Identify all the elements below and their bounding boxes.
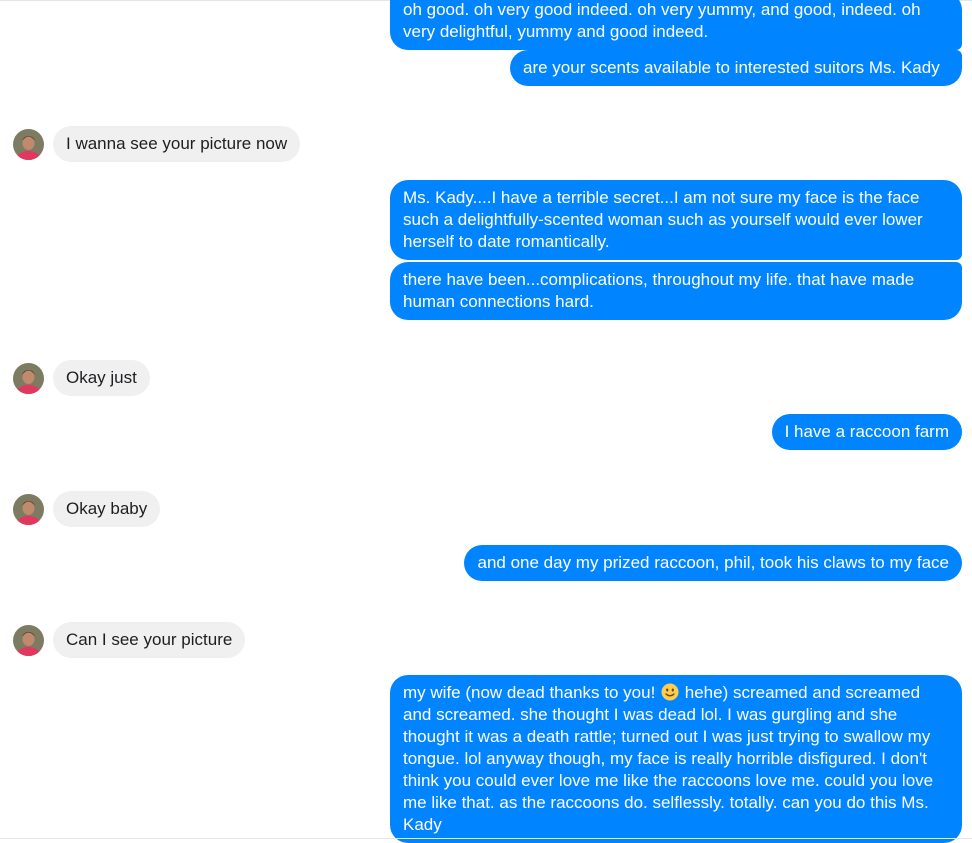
outgoing-message: and one day my prized raccoon, phil, too… bbox=[464, 545, 962, 581]
avatar[interactable] bbox=[13, 625, 44, 656]
avatar[interactable] bbox=[13, 494, 44, 525]
outgoing-message: oh good. oh very good indeed. oh very yu… bbox=[390, 0, 962, 50]
message-text: my wife (now dead thanks to you! bbox=[403, 683, 656, 702]
message-text: Okay just bbox=[66, 368, 137, 387]
message-thread: oh good. oh very good indeed. oh very yu… bbox=[0, 0, 972, 843]
profile-photo-icon bbox=[13, 494, 44, 525]
profile-photo-icon bbox=[13, 625, 44, 656]
outgoing-message: my wife (now dead thanks to you! hehe) s… bbox=[390, 675, 962, 843]
incoming-message: Okay baby bbox=[53, 491, 161, 527]
outgoing-message: Ms. Kady....I have a terrible secret...I… bbox=[390, 180, 962, 260]
message-text: hehe) screamed and screamed and screamed… bbox=[403, 683, 934, 834]
message-text: I wanna see your picture now bbox=[66, 134, 288, 153]
avatar[interactable] bbox=[13, 129, 44, 160]
message-text: I have a raccoon farm bbox=[784, 422, 949, 441]
incoming-message: Can I see your picture bbox=[53, 622, 246, 658]
incoming-message: Okay just bbox=[53, 360, 150, 396]
profile-photo-icon bbox=[13, 129, 44, 160]
incoming-message: I wanna see your picture now bbox=[53, 126, 301, 162]
message-text: Can I see your picture bbox=[66, 630, 233, 649]
message-text: Ms. Kady....I have a terrible secret...I… bbox=[403, 188, 923, 251]
message-text: and one day my prized raccoon, phil, too… bbox=[477, 553, 949, 572]
outgoing-message: I have a raccoon farm bbox=[771, 414, 962, 450]
divider bbox=[0, 838, 972, 839]
outgoing-message: are your scents available to interested … bbox=[510, 50, 962, 86]
avatar[interactable] bbox=[13, 363, 44, 394]
outgoing-message: there have been...complications, through… bbox=[390, 262, 962, 320]
message-text: Okay baby bbox=[66, 499, 148, 518]
message-text: are your scents available to interested … bbox=[523, 58, 940, 77]
slightly-smiling-face-emoji bbox=[661, 683, 679, 701]
message-text: there have been...complications, through… bbox=[403, 270, 915, 311]
message-text: oh good. oh very good indeed. oh very yu… bbox=[403, 0, 921, 41]
profile-photo-icon bbox=[13, 363, 44, 394]
